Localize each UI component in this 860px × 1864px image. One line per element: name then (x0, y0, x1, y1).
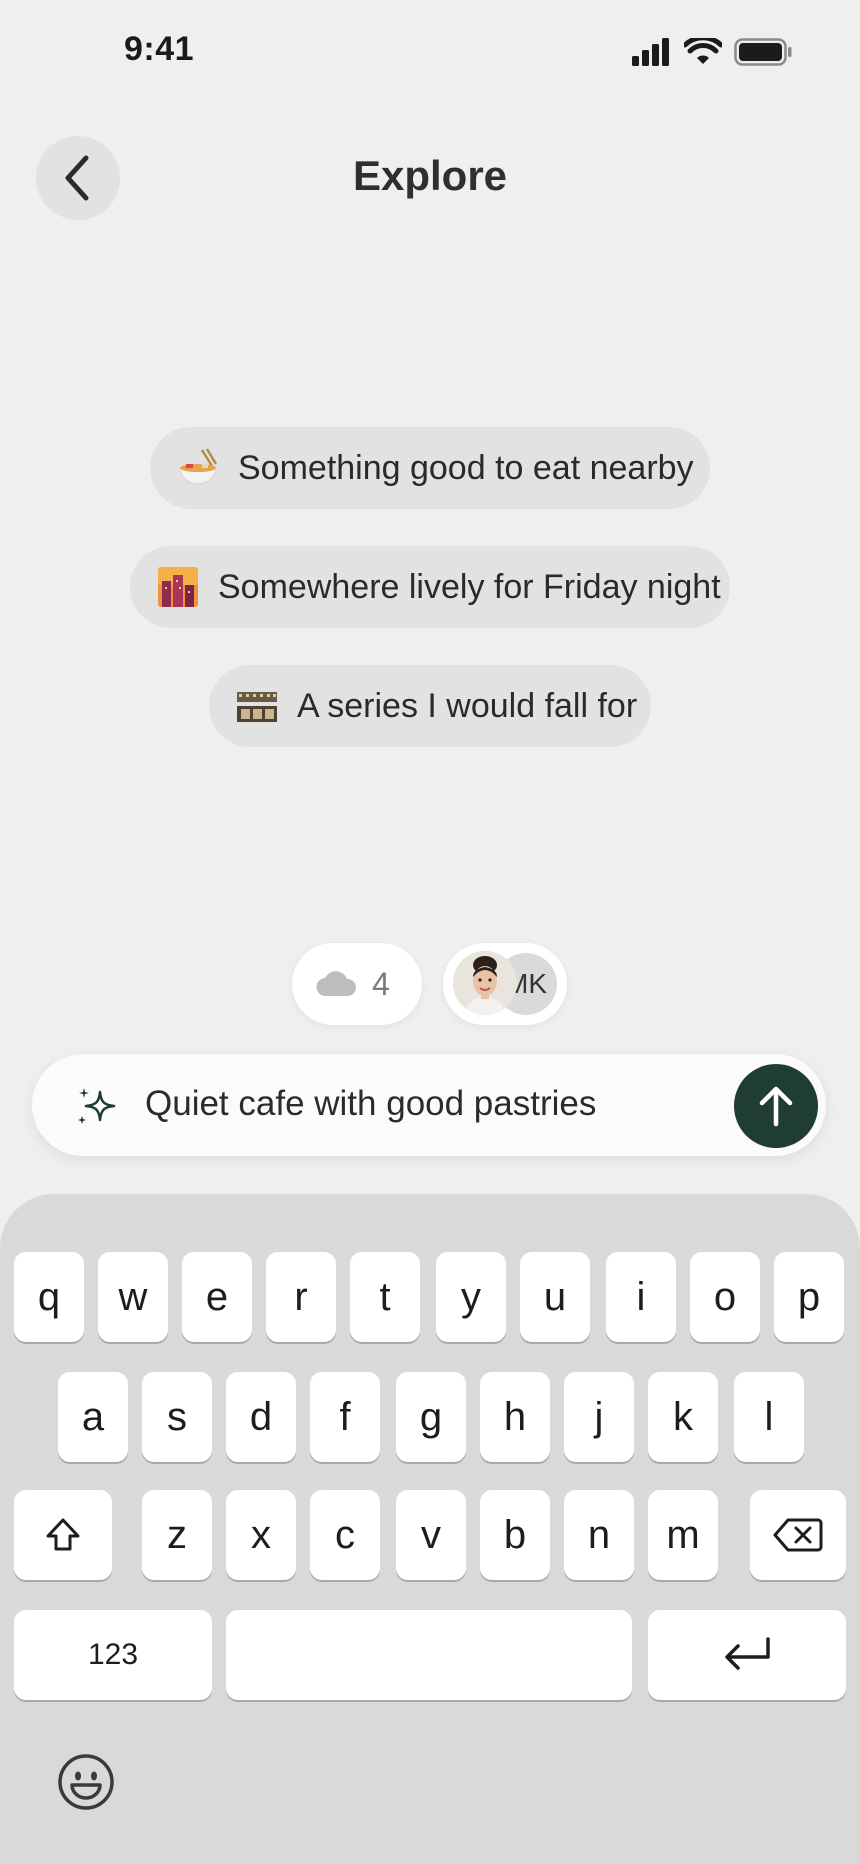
city-sunset-icon (156, 565, 200, 609)
key-v[interactable]: v (396, 1490, 466, 1580)
shift-key[interactable] (14, 1490, 112, 1580)
key-z[interactable]: z (142, 1490, 212, 1580)
key-a[interactable]: a (58, 1372, 128, 1462)
suggestion-chip-friday-night[interactable]: Somewhere lively for Friday night (130, 546, 730, 628)
send-button[interactable] (734, 1064, 818, 1148)
key-i[interactable]: i (606, 1252, 676, 1342)
return-key[interactable] (648, 1610, 846, 1700)
sparkle-icon (78, 1088, 116, 1124)
arrow-up-icon (759, 1086, 793, 1127)
numbers-key[interactable]: 123 (14, 1610, 212, 1700)
page-title: Explore (352, 152, 508, 199)
film-strip-icon (235, 684, 279, 728)
key-y[interactable]: y (436, 1252, 506, 1342)
key-n[interactable]: n (564, 1490, 634, 1580)
key-k[interactable]: k (648, 1372, 718, 1462)
key-u[interactable]: u (520, 1252, 590, 1342)
key-w[interactable]: w (98, 1252, 168, 1342)
key-b[interactable]: b (480, 1490, 550, 1580)
avatar (453, 951, 517, 1015)
battery-icon (734, 38, 792, 66)
status-icons (632, 38, 792, 66)
status-time: 9:41 (124, 30, 195, 68)
return-icon (725, 1637, 770, 1670)
cloud-icon (316, 971, 357, 997)
suggestion-chip-series[interactable]: A series I would fall for (209, 665, 651, 747)
key-j[interactable]: j (564, 1372, 634, 1462)
key-h[interactable]: h (480, 1372, 550, 1462)
suggestion-label: Somewhere lively for Friday night (218, 567, 721, 606)
suggestion-label: Something good to eat nearby (238, 448, 694, 487)
shift-icon (46, 1518, 80, 1551)
cloud-count-pill[interactable]: 4 (292, 943, 422, 1025)
space-key[interactable] (226, 1610, 632, 1700)
key-q[interactable]: q (14, 1252, 84, 1342)
cloud-count: 4 (372, 965, 390, 1002)
emoji-icon (58, 1754, 114, 1810)
key-t[interactable]: t (350, 1252, 420, 1342)
key-m[interactable]: m (648, 1490, 718, 1580)
key-s[interactable]: s (142, 1372, 212, 1462)
cellular-signal-icon (632, 38, 669, 66)
key-e[interactable]: e (182, 1252, 252, 1342)
key-x[interactable]: x (226, 1490, 296, 1580)
suggestion-label: A series I would fall for (297, 686, 638, 725)
key-o[interactable]: o (690, 1252, 760, 1342)
collaborators-pill[interactable]: MK (443, 943, 567, 1025)
key-d[interactable]: d (226, 1372, 296, 1462)
emoji-key[interactable] (56, 1752, 116, 1812)
key-r[interactable]: r (266, 1252, 336, 1342)
key-p[interactable]: p (774, 1252, 844, 1342)
noodle-bowl-icon (176, 446, 220, 490)
prompt-input[interactable]: Quiet cafe with good pastries (145, 1084, 596, 1124)
key-g[interactable]: g (396, 1372, 466, 1462)
suggestion-chip-eat-nearby[interactable]: Something good to eat nearby (150, 427, 710, 509)
key-c[interactable]: c (310, 1490, 380, 1580)
backspace-icon (773, 1518, 823, 1552)
key-f[interactable]: f (310, 1372, 380, 1462)
wifi-icon (684, 38, 722, 64)
backspace-key[interactable] (750, 1490, 846, 1580)
key-l[interactable]: l (734, 1372, 804, 1462)
